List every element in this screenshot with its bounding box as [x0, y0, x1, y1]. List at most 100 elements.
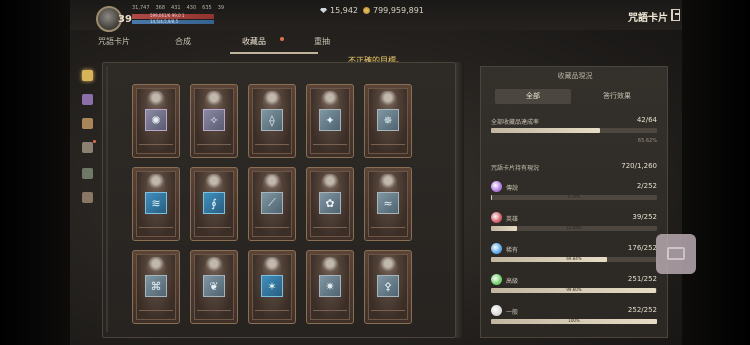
cast-icon	[667, 247, 685, 260]
card-emblem-icon: ✵	[377, 109, 399, 131]
diamond-icon	[320, 8, 327, 13]
gem-amount: 15,942	[330, 6, 358, 15]
player-stats: 31,747 368 431 430 635 39	[132, 5, 224, 11]
rarity-progress-bar: 100%	[491, 318, 657, 324]
rarity-count: 39/252	[632, 213, 657, 221]
spell-card[interactable]: ⟋	[248, 167, 296, 241]
rarity-count: 176/252	[627, 244, 657, 252]
card-emblem-icon: ✺	[145, 109, 167, 131]
right-letterbox	[682, 0, 750, 345]
rarity-name: 傳說	[506, 185, 519, 192]
category-notification-dot	[93, 140, 96, 143]
rarity-count: 252/252	[627, 306, 657, 314]
book-edge	[456, 62, 464, 338]
tab-collection[interactable]: 收藏品	[242, 36, 266, 47]
rarity-progress-bar: 99.60%	[491, 287, 657, 293]
card-emblem-icon: ✷	[319, 275, 341, 297]
category-rare-icon[interactable]	[82, 142, 93, 153]
gold-currency: 799,959,891	[363, 6, 424, 15]
rarity-percent: 15.48%	[566, 225, 582, 230]
rarity-gem-icon	[491, 305, 502, 316]
gem-currency: 15,942	[320, 6, 358, 15]
rarity-progress-bar: 15.48%	[491, 225, 657, 231]
card-emblem-icon: ❦	[203, 275, 225, 297]
game-screen: 39 31,747 368 431 430 635 39 599,061/6 9…	[70, 0, 682, 345]
exit-icon[interactable]	[671, 9, 680, 21]
rarity-name: 稀有	[506, 247, 519, 254]
spell-card[interactable]: ✷	[306, 250, 354, 324]
spell-card[interactable]: ∮	[190, 167, 238, 241]
spell-card[interactable]: ✧	[190, 84, 238, 158]
stat-2: 368	[155, 5, 166, 11]
stat-6: 39	[217, 5, 225, 11]
rarity-progress-bar: 0.79%	[491, 194, 657, 200]
player-level: 39	[118, 14, 132, 25]
card-emblem-icon: ⟠	[261, 109, 283, 131]
card-emblem-icon: ✶	[261, 275, 283, 297]
notification-dot	[280, 37, 284, 41]
stat-3: 431	[171, 5, 181, 11]
stat-4: 430	[186, 5, 197, 11]
book-spine	[106, 66, 108, 332]
spell-card[interactable]: ⚴	[364, 250, 412, 324]
panel-title: 收藏品現況	[557, 72, 593, 80]
rarity-percent: 0.79%	[567, 194, 581, 199]
tab-redraw[interactable]: 重抽	[314, 36, 330, 47]
rarity-name: 英雄	[506, 216, 519, 223]
top-bar: 39 31,747 368 431 430 635 39 599,061/6 9…	[70, 0, 682, 32]
spell-card[interactable]: ✺	[132, 84, 180, 158]
rarity-count: 251/252	[627, 275, 657, 283]
filter-all-button[interactable]: 全部	[495, 89, 571, 104]
category-common-icon[interactable]	[82, 192, 93, 203]
overall-progress-bar	[491, 128, 657, 133]
hp-text: 599,061/6 99,0 1	[150, 13, 185, 18]
card-emblem-icon: ⚴	[377, 275, 399, 297]
spell-card[interactable]: ✿	[306, 167, 354, 241]
card-emblem-icon: ≈	[377, 192, 399, 214]
gold-amount: 799,959,891	[373, 6, 424, 15]
tab-bar: 咒語卡片 合成 收藏品 重抽	[70, 32, 682, 56]
card-emblem-icon: ✦	[319, 109, 341, 131]
active-tab-underline	[230, 52, 318, 54]
rarity-gem-icon	[491, 181, 502, 192]
spell-card[interactable]: ⌘	[132, 250, 180, 324]
spell-card[interactable]: ❦	[190, 250, 238, 324]
category-all-icon[interactable]	[82, 70, 93, 81]
category-legend-icon[interactable]	[82, 94, 93, 105]
card-emblem-icon: ✿	[319, 192, 341, 214]
rarity-gem-icon	[491, 274, 502, 285]
rarity-gem-icon	[491, 212, 502, 223]
rarity-gem-icon	[491, 243, 502, 254]
collection-status-panel: 收藏品現況 全部 答行效果 全部收藏品達成率 42/64 65.62% 咒語卡片…	[480, 66, 668, 338]
category-hero-icon[interactable]	[82, 118, 93, 129]
rarity-name: 一般	[506, 309, 519, 316]
spell-card[interactable]: ✵	[364, 84, 412, 158]
tab-spell-cards[interactable]: 咒語卡片	[98, 36, 130, 47]
card-emblem-icon: ⌘	[145, 275, 167, 297]
card-emblem-icon: ✧	[203, 109, 225, 131]
mp-bar: 14,5/4,5,9/8,5	[132, 19, 214, 24]
spell-card[interactable]: ≈	[364, 167, 412, 241]
screen-cast-button[interactable]	[656, 234, 696, 274]
category-advanced-icon[interactable]	[82, 168, 93, 179]
spell-card[interactable]: ≋	[132, 167, 180, 241]
tab-synthesis[interactable]: 合成	[175, 36, 191, 47]
page-title: 咒語卡片	[628, 13, 668, 24]
stat-power: 31,747	[132, 5, 150, 11]
mp-text: 14,5/4,5,9/8,5	[150, 19, 179, 24]
overall-percent: 65.62%	[637, 138, 657, 144]
rarity-name: 高級	[506, 278, 519, 285]
spell-card[interactable]: ✶	[248, 250, 296, 324]
spell-card[interactable]: ⟠	[248, 84, 296, 158]
rarity-progress-bar: 69.84%	[491, 256, 657, 262]
holdings-label: 咒語卡片持有現況	[491, 165, 540, 172]
card-emblem-icon: ≋	[145, 192, 167, 214]
spell-card[interactable]: ✦	[306, 84, 354, 158]
filter-effect-button[interactable]: 答行效果	[579, 89, 655, 104]
holdings-value: 720/1,260	[621, 162, 657, 170]
rarity-percent: 99.60%	[566, 287, 582, 292]
stat-5: 635	[202, 5, 212, 11]
rarity-percent: 100%	[568, 318, 580, 323]
rarity-count: 2/252	[636, 182, 657, 190]
left-letterbox	[0, 0, 70, 345]
